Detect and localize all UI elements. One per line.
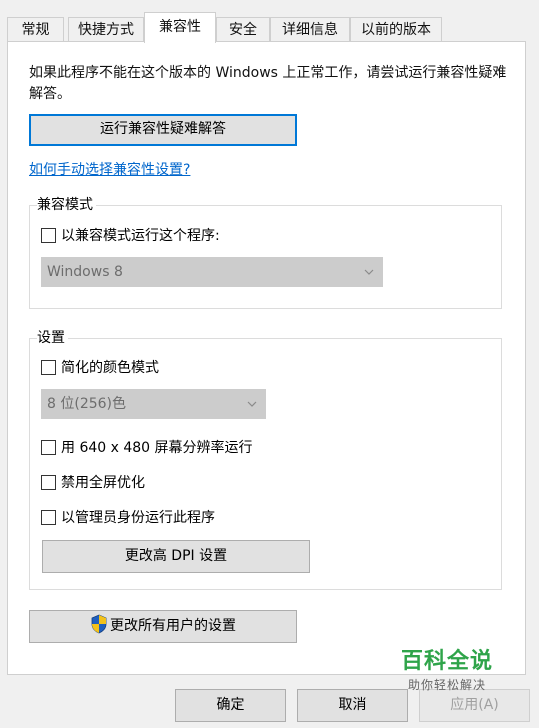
color-depth-select[interactable]: 8 位(256)色 [41,389,266,419]
compat-mode-checkbox[interactable] [41,227,56,243]
tab-details[interactable]: 详细信息 [270,17,350,43]
reduced-color-checkbox[interactable] [41,359,56,375]
change-dpi-button[interactable]: 更改高 DPI 设置 [42,540,310,573]
compat-mode-title: 兼容模式 [37,196,96,214]
color-depth-value: 8 位(256)色 [47,396,127,412]
change-all-users-button[interactable]: 更改所有用户的设置 [29,610,297,643]
fullscreen-opt-label: 禁用全屏优化 [61,475,145,491]
chevron-down-icon [364,269,374,275]
shield-icon [91,614,107,634]
reduced-color-row[interactable]: 简化的颜色模式 [41,357,159,377]
ok-button[interactable]: 确定 [175,689,286,722]
resolution-label: 用 640 x 480 屏幕分辨率运行 [61,440,253,456]
compatibility-description: 如果此程序不能在这个版本的 Windows 上正常工作，请尝试运行兼容性疑难解答… [29,65,507,102]
run-as-admin-checkbox[interactable] [41,509,56,525]
watermark: 百科全说 助你轻松解决 [382,648,512,703]
fullscreen-opt-checkbox[interactable] [41,474,56,490]
run-troubleshooter-button[interactable]: 运行兼容性疑难解答 [29,114,297,146]
resolution-row[interactable]: 用 640 x 480 屏幕分辨率运行 [41,437,253,457]
tab-shortcut[interactable]: 快捷方式 [68,17,144,43]
compat-os-value: Windows 8 [47,264,123,280]
compat-os-select[interactable]: Windows 8 [41,257,383,287]
tab-compatibility[interactable]: 兼容性 [144,12,216,43]
watermark-subtitle: 助你轻松解决 [407,678,486,692]
change-all-users-label: 更改所有用户的设置 [110,618,236,634]
manual-settings-link[interactable]: 如何手动选择兼容性设置? [29,159,190,179]
tab-general[interactable]: 常规 [7,17,64,43]
tab-strip: 常规 快捷方式 兼容性 安全 详细信息 以前的版本 [7,12,532,43]
compatibility-panel: 如果此程序不能在这个版本的 Windows 上正常工作，请尝试运行兼容性疑难解答… [7,41,526,675]
chevron-down-icon [247,401,257,407]
tab-security[interactable]: 安全 [216,17,270,43]
reduced-color-label: 简化的颜色模式 [61,360,159,376]
tab-previous-versions[interactable]: 以前的版本 [350,17,442,43]
compat-mode-label: 以兼容模式运行这个程序: [61,228,220,244]
watermark-title: 百科全说 [400,649,493,674]
fullscreen-opt-row[interactable]: 禁用全屏优化 [41,472,145,492]
compat-mode-row[interactable]: 以兼容模式运行这个程序: [41,225,220,245]
run-as-admin-row[interactable]: 以管理员身份运行此程序 [41,507,215,527]
resolution-checkbox[interactable] [41,439,56,455]
settings-title: 设置 [37,329,68,347]
run-as-admin-label: 以管理员身份运行此程序 [61,510,215,526]
